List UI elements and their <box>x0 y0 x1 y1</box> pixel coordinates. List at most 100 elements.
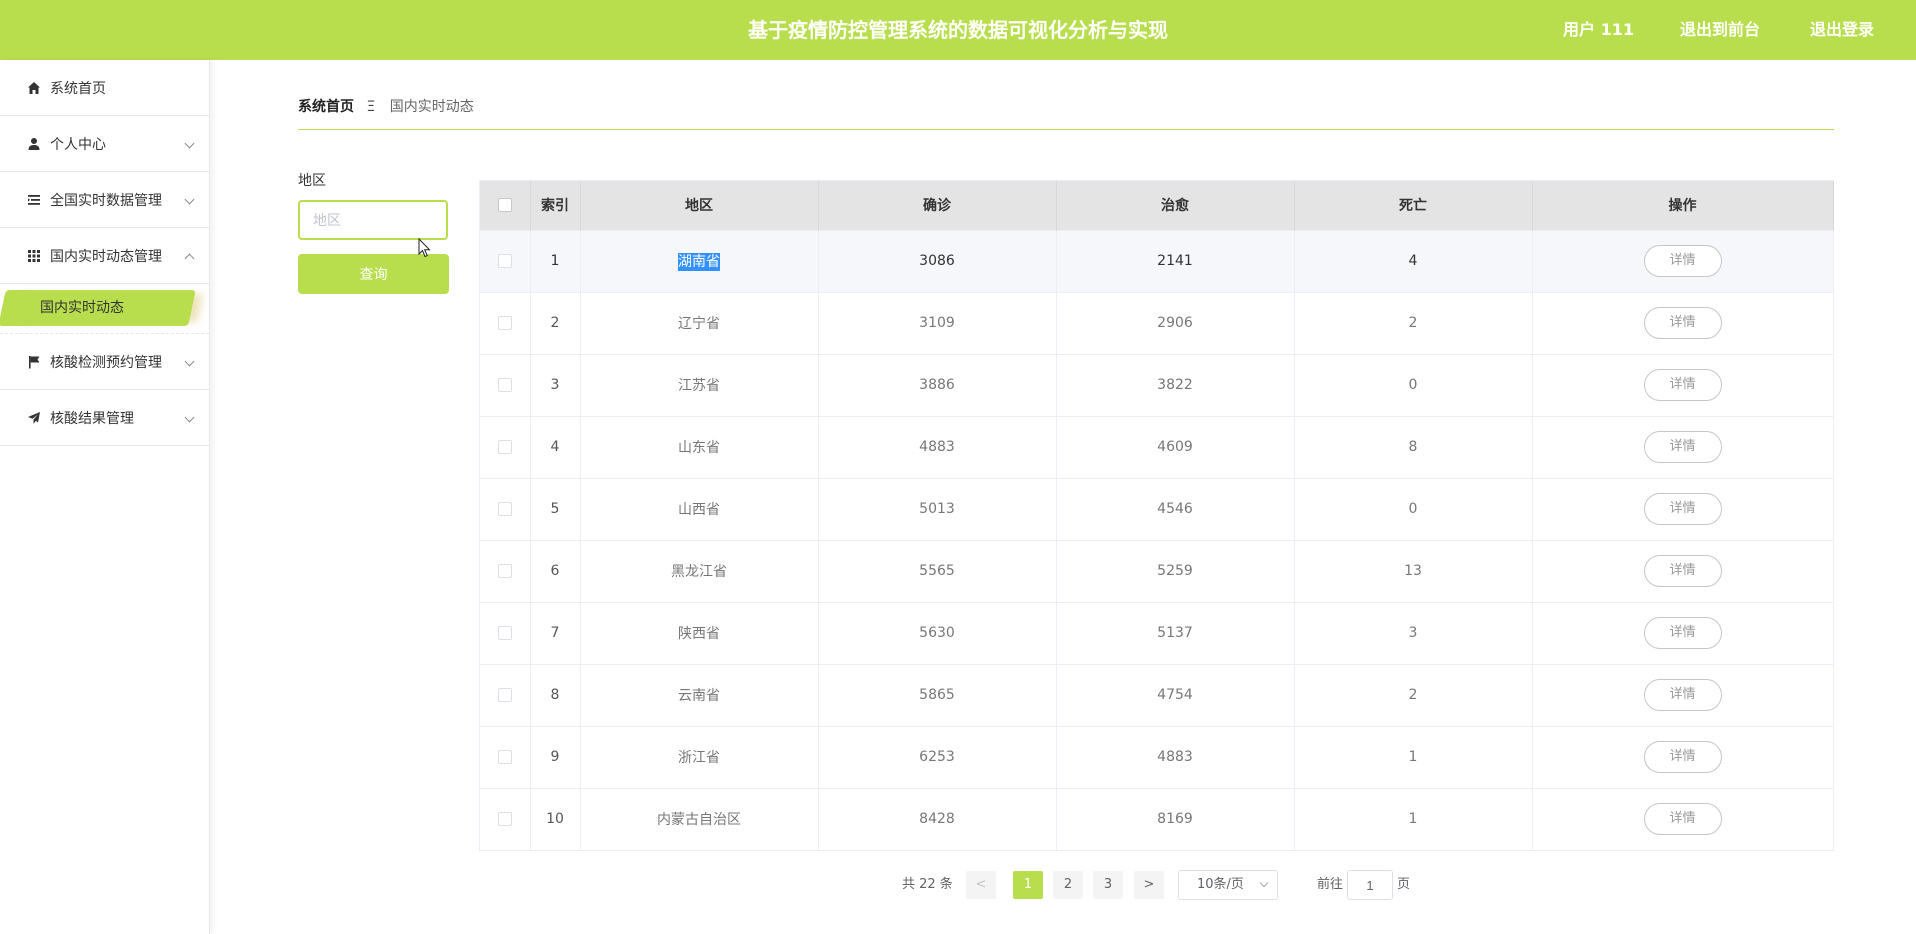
index-cell: 2 <box>530 292 581 354</box>
row-checkbox[interactable] <box>497 688 512 702</box>
death-cell: 1 <box>1294 726 1533 788</box>
death-cell: 3 <box>1294 602 1533 664</box>
breadcrumb-separator: Ξ <box>366 99 376 115</box>
row-checkbox[interactable] <box>497 316 512 330</box>
pagination-page-1[interactable]: 1 <box>1013 871 1043 899</box>
action-cell: 详情 <box>1532 726 1834 788</box>
row-select-cell[interactable] <box>480 292 531 354</box>
goto-page-input[interactable] <box>1347 870 1393 900</box>
send-icon <box>26 410 42 426</box>
cured-cell: 2906 <box>1056 292 1295 354</box>
user-label[interactable]: 用户 111 <box>1563 0 1634 60</box>
region-cell: 江苏省 <box>580 354 819 416</box>
region-cell: 浙江省 <box>580 726 819 788</box>
death-cell: 8 <box>1294 416 1533 478</box>
confirmed-cell: 6253 <box>818 726 1057 788</box>
region-cell-text: 湖南省 <box>678 253 720 271</box>
logout-link[interactable]: 退出登录 <box>1810 0 1874 60</box>
cured-cell: 5137 <box>1056 602 1295 664</box>
region-cell: 山东省 <box>580 416 819 478</box>
select-all-checkbox[interactable] <box>497 198 512 213</box>
grid-icon <box>26 248 42 264</box>
region-cell-text: 陕西省 <box>678 626 720 642</box>
action-cell: 详情 <box>1532 230 1834 292</box>
row-checkbox[interactable] <box>497 750 512 764</box>
detail-button[interactable]: 详情 <box>1643 307 1722 339</box>
row-select-cell[interactable] <box>480 478 531 540</box>
region-cell-text: 辽宁省 <box>678 316 720 332</box>
search-button[interactable]: 查询 <box>298 254 449 294</box>
sidebar-item-national-data[interactable]: 全国实时数据管理 <box>0 172 209 228</box>
detail-button[interactable]: 详情 <box>1643 617 1722 649</box>
death-cell: 13 <box>1294 540 1533 602</box>
list-icon <box>26 192 42 208</box>
chevron-down-icon <box>184 138 195 148</box>
table-row: 4 山东省 4883 4609 8 详情 <box>480 416 1834 478</box>
chevron-down-icon <box>184 194 195 204</box>
detail-button[interactable]: 详情 <box>1643 679 1722 711</box>
row-checkbox[interactable] <box>497 502 512 516</box>
row-select-cell[interactable] <box>480 540 531 602</box>
sidebar-item-domestic-dynamics[interactable]: 国内实时动态管理 <box>0 228 209 284</box>
death-cell: 2 <box>1294 292 1533 354</box>
region-search-input[interactable] <box>298 200 448 240</box>
row-select-cell[interactable] <box>480 354 531 416</box>
detail-button[interactable]: 详情 <box>1643 741 1722 773</box>
sidebar-item-personal-center[interactable]: 个人中心 <box>0 116 209 172</box>
sidebar-subitem-domestic-dynamics[interactable]: 国内实时动态 <box>0 284 209 334</box>
back-to-front-link[interactable]: 退出到前台 <box>1680 0 1760 60</box>
table-row: 1 湖南省 3086 2141 4 详情 <box>480 230 1834 292</box>
row-select-cell[interactable] <box>480 788 531 850</box>
sidebar-subitem-label: 国内实时动态 <box>40 300 124 316</box>
row-checkbox[interactable] <box>497 564 512 578</box>
detail-button[interactable]: 详情 <box>1643 431 1722 463</box>
chevron-down-icon <box>184 412 195 422</box>
action-cell: 详情 <box>1532 540 1834 602</box>
pagination-page-2[interactable]: 2 <box>1053 871 1083 899</box>
detail-button[interactable]: 详情 <box>1643 555 1722 587</box>
user-icon <box>26 136 42 152</box>
row-checkbox[interactable] <box>497 440 512 454</box>
chevron-down-icon <box>184 356 195 366</box>
death-cell: 2 <box>1294 664 1533 726</box>
row-select-cell[interactable] <box>480 230 531 292</box>
detail-button[interactable]: 详情 <box>1643 803 1722 836</box>
goto-suffix: 页 <box>1397 877 1411 892</box>
sidebar-item-home[interactable]: 系统首页 <box>0 60 209 116</box>
select-all-cell[interactable] <box>480 181 531 230</box>
table-row: 10 内蒙古自治区 8428 8169 1 详情 <box>480 788 1834 850</box>
action-cell: 详情 <box>1532 416 1834 478</box>
sidebar-item-nucleic-result[interactable]: 核酸结果管理 <box>0 390 209 446</box>
action-cell: 详情 <box>1532 788 1834 850</box>
index-cell: 8 <box>530 664 581 726</box>
index-cell: 6 <box>530 540 581 602</box>
pagination-prev-button[interactable]: < <box>966 871 996 899</box>
page-size-select[interactable]: 10条/页 <box>1178 870 1278 900</box>
row-checkbox[interactable] <box>497 812 512 827</box>
sidebar-item-label: 核酸检测预约管理 <box>50 354 162 371</box>
detail-button[interactable]: 详情 <box>1643 245 1722 277</box>
row-checkbox[interactable] <box>497 626 512 640</box>
table-row: 3 江苏省 3886 3822 0 详情 <box>480 354 1834 416</box>
region-cell-text: 黑龙江省 <box>671 564 727 580</box>
table-row: 7 陕西省 5630 5137 3 详情 <box>480 602 1834 664</box>
region-cell-text: 山东省 <box>678 440 720 456</box>
column-header: 确诊 <box>818 181 1057 230</box>
table-row: 2 辽宁省 3109 2906 2 详情 <box>480 292 1834 354</box>
sidebar-item-nucleic-booking[interactable]: 核酸检测预约管理 <box>0 334 209 390</box>
row-select-cell[interactable] <box>480 664 531 726</box>
row-select-cell[interactable] <box>480 416 531 478</box>
row-select-cell[interactable] <box>480 726 531 788</box>
detail-button[interactable]: 详情 <box>1643 369 1722 401</box>
pagination-page-3[interactable]: 3 <box>1093 871 1123 899</box>
cured-cell: 4754 <box>1056 664 1295 726</box>
row-select-cell[interactable] <box>480 602 531 664</box>
confirmed-cell: 5630 <box>818 602 1057 664</box>
detail-button[interactable]: 详情 <box>1643 493 1722 525</box>
row-checkbox[interactable] <box>497 254 512 268</box>
pagination-next-button[interactable]: > <box>1134 871 1164 899</box>
row-checkbox[interactable] <box>497 378 512 392</box>
breadcrumb-home[interactable]: 系统首页 <box>298 99 354 115</box>
index-cell: 4 <box>530 416 581 478</box>
home-icon <box>26 80 42 96</box>
